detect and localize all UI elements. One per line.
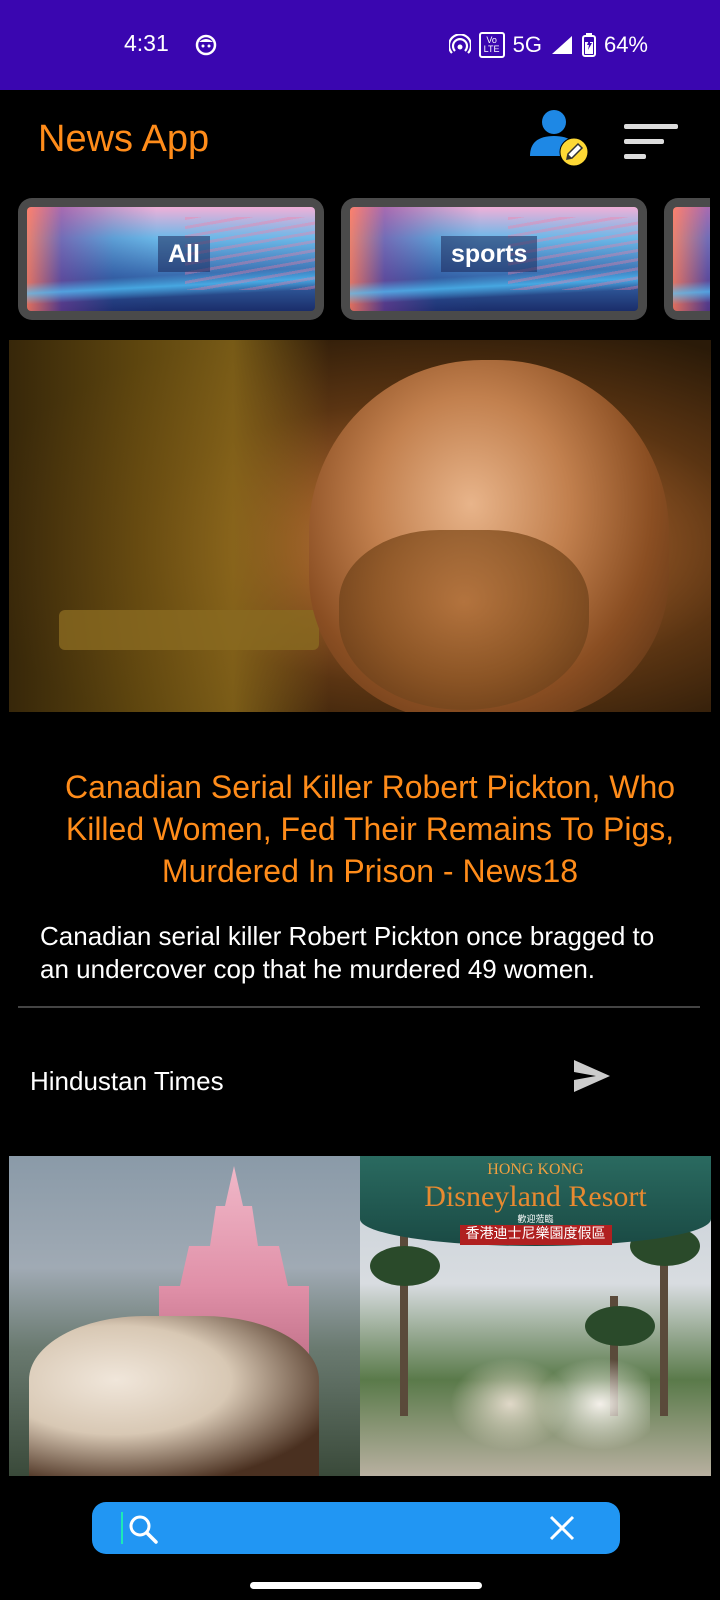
search-input[interactable] bbox=[168, 1510, 528, 1546]
people-graphic bbox=[29, 1316, 319, 1476]
sign-text-main: Disneyland Resort bbox=[424, 1180, 647, 1213]
text-cursor bbox=[121, 1512, 123, 1544]
sort-menu-icon[interactable] bbox=[622, 122, 680, 162]
battery-percent: 64% bbox=[603, 32, 648, 57]
image-panel-right: HONG KONG Disneyland Resort 歡迎蒞臨 香港迪士尼樂園… bbox=[360, 1156, 711, 1476]
image-detail bbox=[59, 610, 319, 650]
category-background bbox=[673, 207, 710, 311]
next-article-image[interactable]: HONG KONG Disneyland Resort 歡迎蒞臨 香港迪士尼樂園… bbox=[9, 1156, 711, 1476]
network-type: 5G bbox=[512, 32, 542, 57]
status-time: 4:31 bbox=[124, 30, 169, 56]
article-headline[interactable]: Canadian Serial Killer Robert Pickton, W… bbox=[30, 766, 710, 892]
close-icon[interactable] bbox=[548, 1514, 576, 1542]
user-edit-icon[interactable] bbox=[528, 106, 594, 172]
notification-face-icon bbox=[195, 34, 217, 56]
category-label: sports bbox=[441, 236, 538, 272]
sign-text-chinese: 香港迪士尼樂園度假區 bbox=[459, 1225, 612, 1245]
category-card-all[interactable]: All bbox=[18, 198, 324, 320]
send-icon[interactable] bbox=[570, 1054, 614, 1098]
app-header: News App bbox=[0, 90, 720, 190]
signal-icon bbox=[550, 34, 574, 56]
battery-icon bbox=[581, 33, 596, 57]
category-card-next[interactable] bbox=[664, 198, 710, 320]
volte-icon: Vo LTE bbox=[478, 32, 505, 58]
article-source: Hindustan Times bbox=[30, 1066, 224, 1096]
home-indicator[interactable] bbox=[250, 1582, 482, 1589]
divider bbox=[18, 1006, 700, 1008]
app-title: News App bbox=[38, 118, 210, 160]
people-graphic bbox=[450, 1296, 650, 1476]
sign-text-top: HONG KONG bbox=[487, 1161, 584, 1178]
category-card-sports[interactable]: sports bbox=[341, 198, 647, 320]
status-bar: 4:31 Vo LTE 5G 64% bbox=[0, 0, 720, 90]
status-indicators: Vo LTE 5G 64% bbox=[448, 30, 648, 60]
hotspot-icon bbox=[448, 34, 471, 56]
sign-text-small: 歡迎蒞臨 bbox=[517, 1214, 554, 1224]
image-panel-left bbox=[9, 1156, 360, 1476]
palm-leaves bbox=[370, 1246, 440, 1286]
search-bar[interactable] bbox=[92, 1502, 620, 1554]
search-icon bbox=[128, 1514, 158, 1544]
article-description: Canadian serial killer Robert Pickton on… bbox=[40, 921, 655, 984]
category-list: All sports bbox=[0, 198, 710, 322]
article-source-row: Hindustan Times bbox=[10, 1030, 710, 1110]
image-detail bbox=[339, 530, 589, 710]
category-label: All bbox=[158, 236, 210, 272]
resort-sign: HONG KONG Disneyland Resort 歡迎蒞臨 香港迪士尼樂園… bbox=[360, 1156, 711, 1246]
image-background bbox=[9, 340, 329, 712]
article-image[interactable] bbox=[9, 340, 711, 712]
